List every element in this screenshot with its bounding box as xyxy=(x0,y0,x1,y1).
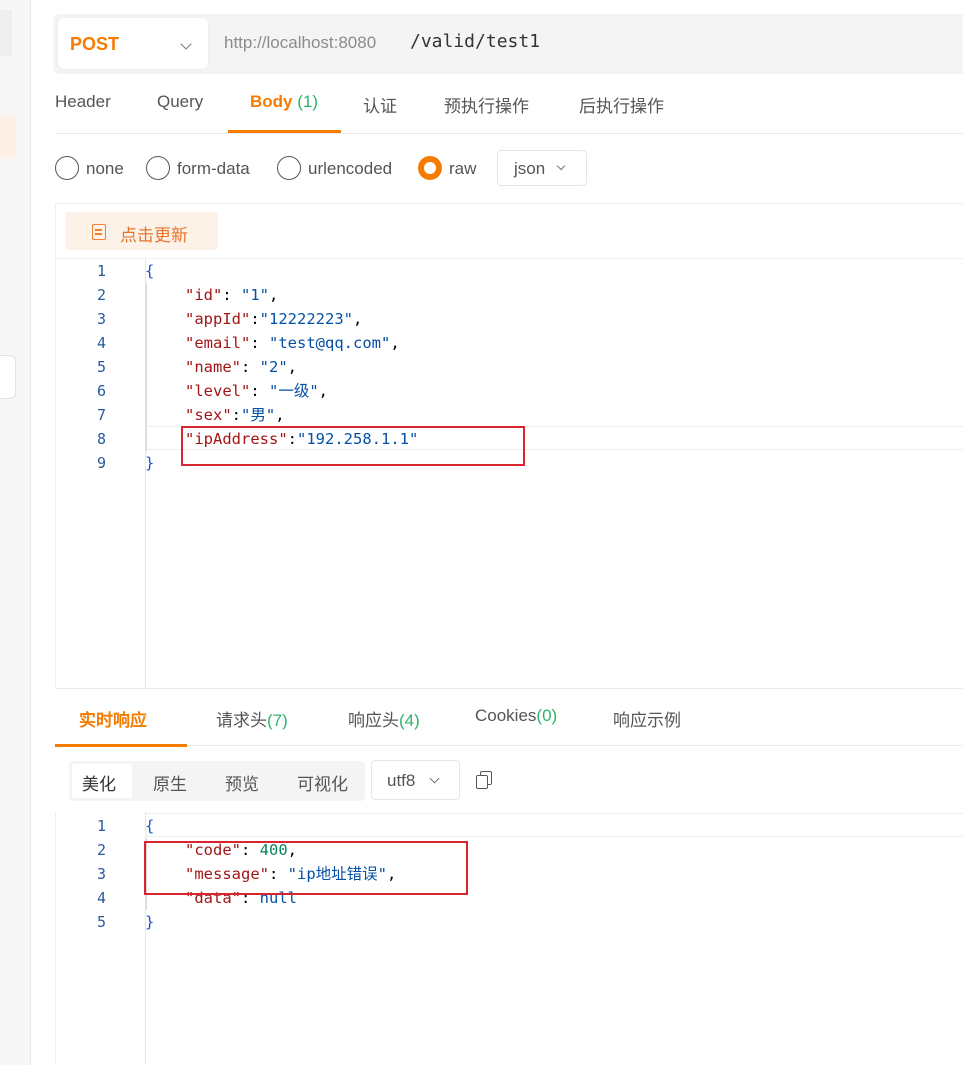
radio-circle[interactable] xyxy=(146,156,170,180)
request-tabs: Header Query Body (1) 认证 预执行操作 后执行操作 xyxy=(55,80,963,134)
tab-request-headers[interactable]: 请求头(7) xyxy=(216,706,288,731)
chevron-down-icon xyxy=(556,161,566,171)
method-label: POST xyxy=(70,34,120,54)
tab-pre-request[interactable]: 预执行操作 xyxy=(444,80,529,133)
line-number: 5 xyxy=(96,913,106,931)
json-close-brace: } xyxy=(145,913,155,931)
indent-guide xyxy=(146,283,147,451)
response-body-viewer[interactable]: 1 2 3 4 5 { "code": 400, "message": "ip地… xyxy=(55,812,963,1065)
line-number: 3 xyxy=(96,865,106,883)
left-sidebar-rail xyxy=(0,0,31,1065)
tab-body-count: (1) xyxy=(297,92,319,111)
encoding-select[interactable]: utf8 xyxy=(371,760,460,800)
body-format-select[interactable]: json xyxy=(497,150,587,186)
chevron-down-icon xyxy=(429,773,440,784)
line-number: 2 xyxy=(96,841,106,859)
line-number: 4 xyxy=(96,889,106,907)
url-host[interactable]: http://localhost:8080 xyxy=(224,33,376,53)
radio-circle-selected[interactable] xyxy=(418,156,442,180)
highlight-box-ipaddress xyxy=(181,426,525,466)
view-mode-segment: 美化 原生 预览 可视化 xyxy=(69,761,365,801)
tab-response-headers[interactable]: 响应头(4) xyxy=(348,706,420,731)
copy-icon[interactable] xyxy=(476,771,492,789)
url-path-input[interactable]: /valid/test1 xyxy=(410,31,540,52)
json-line-email: "email": "test@qq.com", xyxy=(185,334,400,352)
line-number: 1 xyxy=(96,817,106,835)
tab-header[interactable]: Header xyxy=(55,80,111,133)
radio-circle[interactable] xyxy=(55,156,79,180)
edit-doc-icon xyxy=(92,224,106,240)
editor-toolbar-divider xyxy=(56,258,963,259)
sidebar-collapse-handle[interactable] xyxy=(0,355,16,399)
active-response-tab-indicator xyxy=(55,744,187,747)
line-number: 7 xyxy=(96,406,106,424)
method-select[interactable]: POST xyxy=(58,18,208,69)
line-number: 3 xyxy=(96,310,106,328)
json-line-name: "name": "2", xyxy=(185,358,298,376)
tab-auth[interactable]: 认证 xyxy=(363,80,397,133)
tab-cookies[interactable]: Cookies(0) xyxy=(475,706,557,726)
tab-body[interactable]: Body (1) xyxy=(250,80,318,133)
line-number: 6 xyxy=(96,382,106,400)
request-url-bar: POST http://localhost:8080 /valid/test1 xyxy=(53,14,963,74)
radio-circle[interactable] xyxy=(277,156,301,180)
line-number: 9 xyxy=(96,454,106,472)
tab-realtime-response[interactable]: 实时响应 xyxy=(79,706,147,731)
view-mode-preview[interactable]: 预览 xyxy=(225,770,259,795)
json-open-brace: { xyxy=(145,817,155,835)
line-number: 1 xyxy=(96,262,106,280)
sidebar-strip xyxy=(0,10,12,56)
json-line-appid: "appId":"12222223", xyxy=(185,310,363,328)
view-mode-raw[interactable]: 原生 xyxy=(153,770,187,795)
active-tab-indicator xyxy=(228,130,341,133)
line-number: 8 xyxy=(96,430,106,448)
response-tabs: 实时响应 请求头(7) 响应头(4) Cookies(0) 响应示例 xyxy=(55,688,963,747)
line-number: 2 xyxy=(96,286,106,304)
json-line-level: "level": "一级", xyxy=(185,382,329,400)
request-body-editor[interactable]: 点击更新 1 2 3 4 5 6 7 8 9 { "id": "1", "app… xyxy=(55,203,963,688)
highlight-box-error-message xyxy=(144,841,468,895)
line-number: 5 xyxy=(96,358,106,376)
current-line-highlight xyxy=(146,813,963,837)
json-close-brace: } xyxy=(145,454,155,472)
tab-response-examples[interactable]: 响应示例 xyxy=(613,706,681,731)
line-number: 4 xyxy=(96,334,106,352)
tab-query[interactable]: Query xyxy=(157,80,203,133)
json-open-brace: { xyxy=(145,262,155,280)
view-mode-visualize[interactable]: 可视化 xyxy=(297,770,348,795)
update-button[interactable]: 点击更新 xyxy=(65,212,218,250)
body-type-radios: none form-data urlencoded raw json xyxy=(55,150,655,188)
view-mode-pretty[interactable]: 美化 xyxy=(82,770,116,795)
sidebar-active-item[interactable] xyxy=(0,115,16,159)
json-line-sex: "sex":"男", xyxy=(185,406,285,424)
json-line-id: "id": "1", xyxy=(185,286,279,304)
chevron-down-icon xyxy=(180,38,192,50)
tab-post-request[interactable]: 后执行操作 xyxy=(579,80,664,133)
